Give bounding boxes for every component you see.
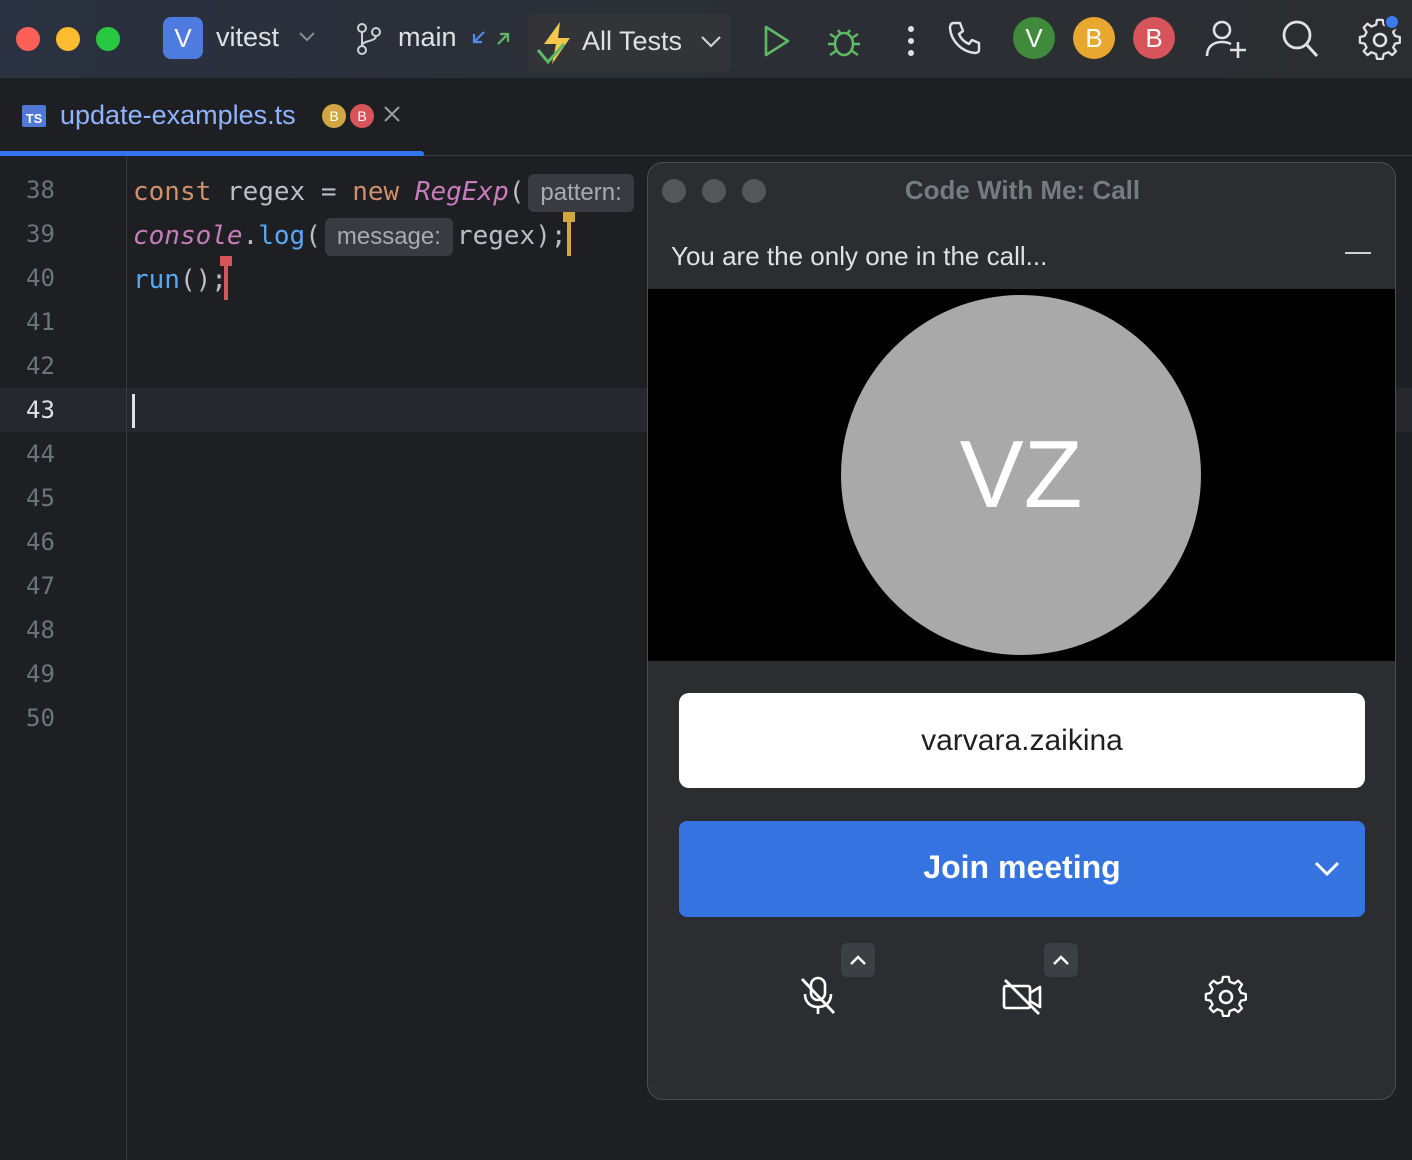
gear-icon[interactable] [1204,975,1248,1019]
call-window: Code With Me: Call You are the only one … [647,162,1396,1100]
participant-badge: B [350,104,374,128]
line-number-active: 43 [26,396,55,424]
test-run-config-icon [536,22,570,65]
phone-icon[interactable] [946,20,982,56]
chevron-down-icon[interactable] [1313,855,1341,883]
run-configuration-label: All Tests [582,26,683,56]
call-status-text: You are the only one in the call... [671,241,1048,271]
argument: regex); [456,221,567,251]
parameter-hint: pattern: [528,173,634,212]
line-number: 42 [26,352,55,380]
avatar[interactable]: B [1073,17,1115,59]
sync-arrows-icon[interactable] [470,28,514,50]
line-number: 46 [26,528,55,556]
join-meeting-label: Join meeting [923,849,1121,885]
collaborator-caret-flag [563,212,575,222]
class-name: RegExp [414,177,509,207]
call-window-title: Code With Me: Call [904,175,1141,205]
punctuation: (); [179,265,227,295]
branch-name[interactable]: main [398,22,457,53]
chevron-up-icon [850,955,866,965]
text-caret [132,394,135,428]
punctuation: . [242,221,259,251]
run-configuration-selector[interactable]: All Tests [528,14,730,72]
line-number: 41 [26,308,55,336]
camera-options-button[interactable] [1044,943,1078,977]
chevron-up-icon [1053,955,1069,965]
notification-dot [1384,14,1400,30]
keyword: const [133,177,212,207]
project-name[interactable]: vitest [216,22,279,53]
avatar[interactable]: B [1133,17,1175,59]
camera-off-icon[interactable] [1001,975,1043,1017]
display-name-field[interactable] [679,693,1365,788]
code-line-39: console.log(message: regex); [133,214,567,258]
line-number: 38 [26,176,55,204]
punctuation: ( [305,221,321,251]
search-icon[interactable] [1280,18,1320,60]
identifier: regex [226,177,306,207]
more-vertical-icon[interactable] [904,24,918,58]
code-line-40: run(); [133,258,227,302]
chevron-down-icon [701,36,721,48]
project-chevron-down-icon[interactable] [298,24,316,50]
minimize-call-button[interactable] [1345,252,1371,254]
editor-tab-bar: TS update-examples.ts B B [0,78,1412,157]
keyword: new [352,177,400,207]
line-number-gutter: 38 39 40 41 42 43 44 45 46 47 48 49 50 [0,156,127,1160]
zoom-window-button[interactable] [96,27,120,51]
participant-badge: B [322,104,346,128]
line-number: 50 [26,704,55,732]
typescript-file-icon: TS [22,105,46,127]
join-meeting-button[interactable]: Join meeting [679,821,1365,917]
line-number: 49 [26,660,55,688]
operator: = [320,177,337,207]
video-area: VZ [648,289,1395,661]
line-number: 39 [26,220,55,248]
tab-label: update-examples.ts [60,100,296,130]
tab-update-examples[interactable]: TS update-examples.ts B B [0,78,424,157]
title-bar: V vitest main All Tests V B B [0,0,1412,78]
line-number: 47 [26,572,55,600]
close-icon[interactable] [382,104,402,124]
collaborator-caret-flag [220,256,232,266]
line-number: 48 [26,616,55,644]
punctuation: ( [508,177,525,207]
debug-icon[interactable] [826,22,862,60]
function-name: run [133,265,180,295]
line-number: 44 [26,440,55,468]
line-number: 40 [26,264,55,292]
line-number: 45 [26,484,55,512]
avatar[interactable]: V [1013,17,1055,59]
project-badge[interactable]: V [163,17,203,59]
branch-icon[interactable] [356,22,382,56]
close-window-button[interactable] [16,27,40,51]
add-user-icon[interactable] [1204,18,1248,60]
function-name: log [258,221,306,251]
parameter-hint: message: [324,217,453,256]
code-line-38: const regex = new RegExp(pattern: [133,170,638,214]
run-icon[interactable] [762,24,792,58]
minimize-window-button[interactable] [56,27,80,51]
global-object: console [133,221,243,251]
avatar: VZ [841,295,1201,655]
mic-options-button[interactable] [841,943,875,977]
mic-off-icon[interactable] [798,975,838,1017]
